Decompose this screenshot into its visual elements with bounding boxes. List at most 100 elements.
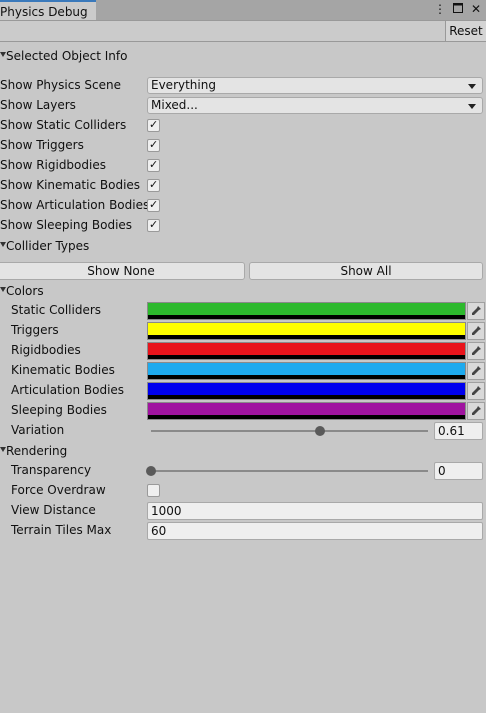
color-row: Sleeping Bodies — [0, 401, 486, 421]
color-swatch — [148, 363, 465, 375]
checkmark-icon: ✓ — [149, 158, 159, 171]
view-distance-label: View Distance — [11, 503, 96, 517]
toggle-label: Show Rigidbodies — [0, 158, 106, 172]
rigidbodies-color-field[interactable] — [147, 342, 466, 360]
physics-scene-label: Show Physics Scene — [0, 78, 121, 92]
transparency-row: Transparency 0 — [0, 461, 486, 481]
tab-title: Physics Debug — [0, 5, 88, 19]
eyedropper-icon[interactable] — [467, 342, 485, 360]
variation-slider-thumb[interactable] — [314, 426, 325, 436]
view-distance-row: View Distance 1000 — [0, 501, 486, 521]
terrain-tiles-input[interactable]: 60 — [147, 522, 483, 540]
checkmark-icon: ✓ — [149, 198, 159, 211]
toggle-label: Show Kinematic Bodies — [0, 178, 141, 192]
view-distance-input[interactable]: 1000 — [147, 502, 483, 520]
collider-types-label: Collider Types — [6, 239, 90, 253]
toggle-row: Show Articulation Bodies ✓ — [0, 196, 486, 216]
static-colliders-checkbox[interactable]: ✓ — [147, 118, 160, 132]
color-label: Static Colliders — [11, 303, 102, 317]
tab-bar: Physics Debug ⋮ ✕ — [0, 0, 486, 21]
show-all-button[interactable]: Show All — [249, 262, 483, 280]
transparency-label: Transparency — [11, 463, 92, 477]
maximize-icon[interactable] — [452, 2, 464, 17]
kinematic-bodies-checkbox[interactable]: ✓ — [147, 178, 160, 192]
toggle-row: Show Rigidbodies ✓ — [0, 156, 486, 176]
colors-header: Colors — [6, 284, 44, 298]
toggle-label: Show Triggers — [0, 138, 84, 152]
colors-foldout[interactable]: Colors — [0, 282, 486, 302]
terrain-tiles-row: Terrain Tiles Max 60 — [0, 521, 486, 541]
alpha-bar — [148, 355, 465, 359]
color-row: Kinematic Bodies — [0, 361, 486, 381]
show-buttons-row: Show None Show All — [0, 261, 486, 281]
layers-row: Show Layers Mixed... — [0, 96, 486, 116]
alpha-bar — [148, 395, 465, 399]
transparency-slider-track[interactable] — [151, 470, 428, 472]
kinematic-bodies-color-field[interactable] — [147, 362, 466, 380]
color-row: Rigidbodies — [0, 341, 486, 361]
color-row: Articulation Bodies — [0, 381, 486, 401]
color-swatch — [148, 403, 465, 415]
triggers-color-field[interactable] — [147, 322, 466, 340]
physics-scene-value: Everything — [151, 78, 216, 92]
toggle-label: Show Sleeping Bodies — [0, 218, 133, 232]
toggle-row: Show Triggers ✓ — [0, 136, 486, 156]
checkmark-icon: ✓ — [149, 178, 159, 191]
layers-label: Show Layers — [0, 98, 76, 112]
articulation-bodies-color-field[interactable] — [147, 382, 466, 400]
show-none-button[interactable]: Show None — [0, 262, 245, 280]
force-overdraw-label: Force Overdraw — [11, 483, 106, 497]
physics-debug-window: Physics Debug ⋮ ✕ Reset Selected Object … — [0, 0, 486, 713]
alpha-bar — [148, 315, 465, 319]
force-overdraw-checkbox[interactable] — [147, 484, 160, 497]
layers-value: Mixed... — [151, 98, 198, 112]
physics-scene-dropdown[interactable]: Everything — [147, 77, 483, 94]
eyedropper-icon[interactable] — [467, 402, 485, 420]
terrain-tiles-label: Terrain Tiles Max — [11, 523, 112, 537]
alpha-bar — [148, 415, 465, 419]
variation-slider-track[interactable] — [151, 430, 428, 432]
tab-physics-debug[interactable]: Physics Debug — [0, 0, 96, 20]
articulation-bodies-checkbox[interactable]: ✓ — [147, 198, 160, 212]
color-label: Articulation Bodies — [11, 383, 125, 397]
collider-types-foldout[interactable]: Collider Types — [0, 237, 486, 257]
selected-object-label: Selected Object Info — [6, 49, 128, 63]
toggle-row: Show Sleeping Bodies ✓ — [0, 216, 486, 236]
color-row: Static Colliders — [0, 301, 486, 321]
variation-input[interactable]: 0.61 — [434, 422, 483, 440]
window-controls: ⋮ ✕ — [434, 2, 482, 17]
selected-object-foldout[interactable]: Selected Object Info — [0, 47, 486, 67]
rendering-header: Rendering — [6, 444, 68, 458]
triggers-checkbox[interactable]: ✓ — [147, 138, 160, 152]
eyedropper-icon[interactable] — [467, 302, 485, 320]
layers-dropdown[interactable]: Mixed... — [147, 97, 483, 114]
eyedropper-icon[interactable] — [467, 362, 485, 380]
sleeping-bodies-checkbox[interactable]: ✓ — [147, 218, 160, 232]
color-label: Sleeping Bodies — [11, 403, 107, 417]
variation-row: Variation 0.61 — [0, 421, 486, 441]
rendering-foldout[interactable]: Rendering — [0, 442, 486, 462]
color-swatch — [148, 343, 465, 355]
color-swatch — [148, 383, 465, 395]
reset-button[interactable]: Reset — [445, 21, 486, 41]
variation-label: Variation — [11, 423, 65, 437]
toggle-label: Show Static Colliders — [0, 118, 127, 132]
toggle-label: Show Articulation Bodies — [0, 198, 150, 212]
static-colliders-color-field[interactable] — [147, 302, 466, 320]
rigidbodies-checkbox[interactable]: ✓ — [147, 158, 160, 172]
force-overdraw-row: Force Overdraw — [0, 481, 486, 501]
transparency-input[interactable]: 0 — [434, 462, 483, 480]
kebab-menu-icon[interactable]: ⋮ — [434, 2, 446, 17]
toggle-row: Show Static Colliders ✓ — [0, 116, 486, 136]
transparency-slider-thumb[interactable] — [146, 466, 156, 476]
chevron-down-icon — [468, 84, 476, 89]
chevron-down-icon — [468, 104, 476, 109]
color-label: Rigidbodies — [11, 343, 81, 357]
checkmark-icon: ✓ — [149, 218, 159, 231]
eyedropper-icon[interactable] — [467, 382, 485, 400]
color-swatch — [148, 303, 465, 315]
alpha-bar — [148, 335, 465, 339]
sleeping-bodies-color-field[interactable] — [147, 402, 466, 420]
close-icon[interactable]: ✕ — [470, 2, 482, 17]
eyedropper-icon[interactable] — [467, 322, 485, 340]
